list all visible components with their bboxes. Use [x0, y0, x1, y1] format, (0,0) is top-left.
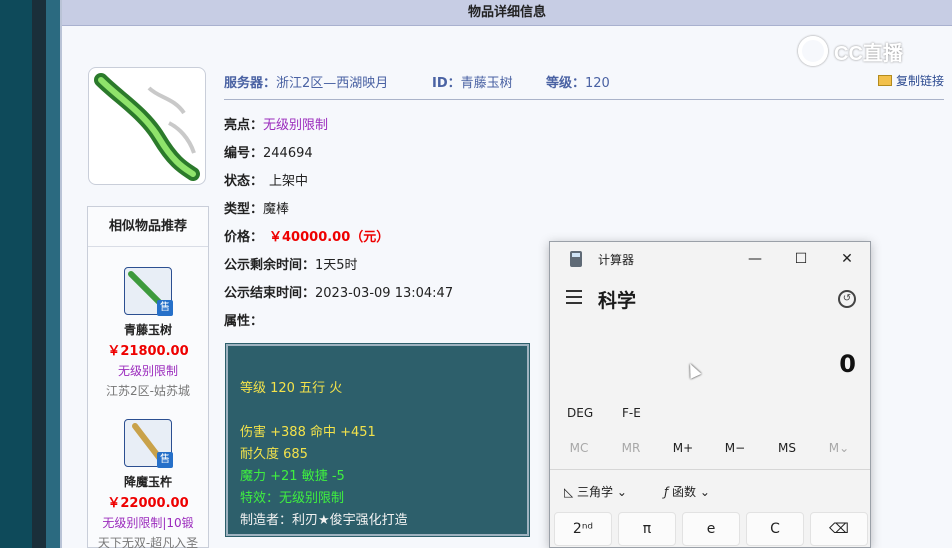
- similar-item-price: ￥22000.00: [107, 496, 189, 511]
- clear-button[interactable]: C: [746, 512, 804, 546]
- attr-line: 等级 120 五行 火: [240, 381, 343, 396]
- trig-label: 三角学: [577, 485, 614, 499]
- triangle-icon: ◺: [564, 485, 578, 499]
- item-header-row: 服务器：浙江2区—西湖映月 ID：青藤玉树 等级：120 复制链接: [224, 72, 944, 100]
- similar-item[interactable]: 售 降魔玉杵 ￥22000.00 无级别限制|10锻 天下无双-超凡入圣: [88, 419, 208, 548]
- calculator-app-icon: [570, 251, 582, 267]
- field-type: 类型：魔棒: [224, 202, 290, 217]
- copy-link-label: 复制链接: [895, 74, 944, 88]
- mr-button[interactable]: MR: [606, 441, 656, 455]
- copy-link-icon: [877, 75, 892, 86]
- calculator-mode-title: 科学: [598, 290, 637, 312]
- similar-item-server: 天下无双-超凡入圣: [97, 536, 199, 548]
- field-remain: 公示剩余时间：1天5时: [224, 258, 358, 273]
- e-button[interactable]: e: [682, 512, 740, 546]
- copy-link-button[interactable]: 复制链接: [877, 72, 944, 89]
- field-attributes: 属性：: [224, 314, 264, 329]
- similar-item-thumb[interactable]: 售: [124, 267, 173, 316]
- attr-line: 制造者：利刃★俊宇强化打造: [240, 513, 408, 528]
- calculator-mode-row: 科学 ↺: [550, 284, 870, 314]
- id-value: 青藤玉树: [460, 76, 513, 91]
- second-button[interactable]: 2ⁿᵈ: [554, 512, 612, 546]
- id-label: ID：青藤玉树: [432, 76, 513, 91]
- level-value: 120: [585, 76, 610, 91]
- mc-button[interactable]: MC: [554, 441, 604, 455]
- calculator-divider: [550, 469, 870, 470]
- memory-row: MC MR M+ M− MS M⌄: [550, 437, 870, 459]
- page-title: 物品详细信息: [62, 0, 952, 26]
- similar-item-price: ￥21800.00: [107, 344, 189, 359]
- field-end: 公示结束时间：2023-03-09 13:04:47: [224, 286, 454, 301]
- cc-logo-icon: [798, 36, 828, 66]
- price-value: ￥40000.00（元）: [269, 230, 390, 245]
- highlight-value: 无级别限制: [263, 118, 329, 133]
- strip-dark-band: [32, 0, 46, 548]
- function-icon: ƒ: [664, 485, 673, 499]
- wand-icon: [94, 73, 200, 181]
- number-value: 244694: [263, 146, 313, 161]
- backspace-button[interactable]: ⌫: [810, 512, 868, 546]
- remain-value: 1天5时: [315, 258, 358, 273]
- angle-row: DEG F-E: [550, 402, 870, 424]
- minimize-button[interactable]: —: [732, 246, 778, 272]
- item-image: [88, 67, 206, 185]
- cc-watermark: CC直播: [798, 34, 948, 68]
- deg-button[interactable]: DEG: [567, 406, 593, 420]
- function-dropdown[interactable]: ƒ 函数 ⌄: [664, 483, 710, 500]
- sell-badge: 售: [157, 452, 173, 468]
- close-button[interactable]: ✕: [824, 246, 870, 272]
- similar-item-tag: 无级别限制: [117, 364, 178, 378]
- calculator-titlebar[interactable]: 计算器 — ☐ ✕: [550, 242, 870, 276]
- level-label: 等级：120: [546, 76, 610, 91]
- attr-line: 伤害 +388 命中 +451: [240, 425, 376, 440]
- field-highlight: 亮点：无级别限制: [224, 118, 329, 133]
- similar-item-tag: 无级别限制|10锻: [102, 516, 194, 530]
- keypad-row: 2ⁿᵈ π e C ⌫: [554, 512, 870, 548]
- m-minus-button[interactable]: M−: [710, 441, 760, 455]
- server-label: 服务器：浙江2区—西湖映月: [224, 76, 389, 91]
- chevron-down-icon: ⌄: [696, 485, 710, 499]
- function-row: ◺ 三角学 ⌄ ƒ 函数 ⌄: [550, 479, 870, 503]
- status-value: 上架中: [269, 174, 309, 189]
- menu-icon[interactable]: [566, 290, 582, 304]
- similar-item[interactable]: 售 青藤玉树 ￥21800.00 无级别限制 江苏2区-姑苏城: [88, 267, 208, 399]
- attribute-box: 等级 120 五行 火 伤害 +388 命中 +451 耐久度 685 魔力 +…: [225, 343, 530, 537]
- similar-item-thumb[interactable]: 售: [124, 419, 173, 468]
- pi-button[interactable]: π: [618, 512, 676, 546]
- server-value: 浙江2区—西湖映月: [276, 76, 389, 91]
- similar-title: 相似物品推荐: [88, 207, 208, 247]
- field-status: 状态： 上架中: [224, 174, 309, 189]
- m-plus-button[interactable]: M+: [658, 441, 708, 455]
- chevron-down-icon: ⌄: [613, 485, 627, 499]
- left-decoration-strip: [0, 0, 62, 548]
- similar-item-name[interactable]: 青藤玉树: [88, 321, 208, 338]
- attr-line: 魔力 +21 敏捷 -5: [240, 469, 345, 484]
- type-value: 魔棒: [263, 202, 290, 217]
- field-price: 价格： ￥40000.00（元）: [224, 230, 390, 245]
- calculator-display: 0: [839, 350, 856, 378]
- similar-item-name[interactable]: 降魔玉杵: [88, 473, 208, 490]
- calculator-title: 计算器: [598, 253, 635, 267]
- watermark-text: CC直播: [834, 42, 903, 65]
- history-icon[interactable]: ↺: [838, 290, 856, 308]
- maximize-button[interactable]: ☐: [778, 246, 824, 272]
- fe-button[interactable]: F-E: [622, 406, 641, 420]
- similar-items-panel: 相似物品推荐 售 青藤玉树 ￥21800.00 无级别限制 江苏2区-姑苏城 售…: [87, 206, 209, 548]
- calculator-window: 计算器 — ☐ ✕ 科学 ↺ 0 DEG F-E MC MR M+ M− MS …: [549, 241, 871, 548]
- similar-item-server: 江苏2区-姑苏城: [106, 384, 190, 398]
- attr-line: 耐久度 685: [240, 447, 308, 462]
- ms-button[interactable]: MS: [762, 441, 812, 455]
- sell-badge: 售: [157, 300, 173, 316]
- trig-dropdown[interactable]: ◺ 三角学 ⌄: [564, 483, 627, 500]
- field-number: 编号：244694: [224, 146, 313, 161]
- memory-list-button[interactable]: M⌄: [814, 441, 864, 455]
- attr-line: 特效：无级别限制: [240, 491, 345, 506]
- end-value: 2023-03-09 13:04:47: [315, 286, 454, 301]
- function-label: 函数: [672, 485, 697, 499]
